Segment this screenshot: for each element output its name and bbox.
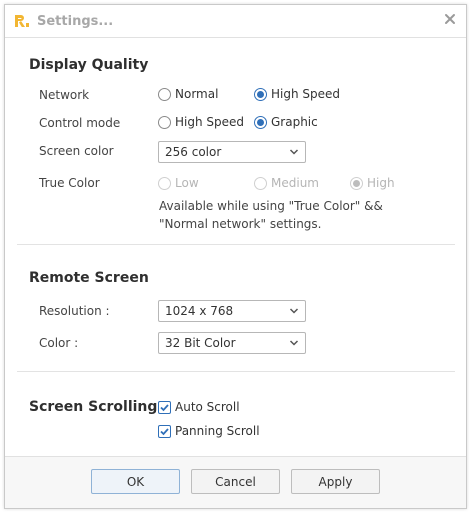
radio-circle	[254, 176, 267, 190]
remote-screen-heading: Remote Screen	[29, 270, 149, 286]
select-value: 32 Bit Color	[165, 336, 236, 350]
radio-label: Normal	[175, 87, 219, 101]
radio-label: Graphic	[271, 115, 318, 129]
settings-dialog: Settings... Display Quality Network Norm…	[4, 4, 467, 509]
radio-circle	[254, 115, 267, 129]
window-title: Settings...	[37, 14, 114, 29]
checkbox-label: Auto Scroll	[175, 400, 240, 414]
color-select[interactable]: 32 Bit Color	[158, 332, 306, 354]
panning-scroll-checkbox[interactable]: Panning Scroll	[158, 424, 260, 438]
app-logo-icon	[13, 13, 31, 29]
ok-button[interactable]: OK	[91, 469, 180, 494]
radio-label: High	[367, 176, 395, 190]
true-color-low-radio[interactable]: Low	[158, 176, 199, 190]
control-mode-label: Control mode	[39, 116, 121, 130]
network-label: Network	[39, 88, 90, 102]
radio-label: High Speed	[271, 87, 341, 101]
screen-color-label: Screen color	[39, 144, 114, 158]
true-color-label: True Color	[39, 176, 100, 190]
radio-circle	[350, 176, 363, 190]
title-bar: Settings...	[5, 5, 466, 38]
screen-scrolling-heading: Screen Scrolling	[29, 399, 158, 415]
radio-label: Low	[175, 176, 199, 190]
close-icon[interactable]	[442, 11, 458, 27]
radio-circle	[158, 115, 171, 129]
checkbox-label: Panning Scroll	[175, 424, 260, 438]
resolution-select[interactable]: 1024 x 768	[158, 300, 306, 322]
control-mode-high-speed-radio[interactable]: High Speed	[158, 115, 244, 129]
control-mode-graphic-radio[interactable]: Graphic	[254, 115, 318, 129]
true-color-note: Available while using "True Color" && "N…	[159, 199, 383, 231]
checkmark-icon	[158, 424, 171, 438]
true-color-high-radio[interactable]: High	[350, 176, 395, 190]
checkmark-icon	[158, 400, 171, 414]
radio-circle	[158, 176, 171, 190]
apply-button[interactable]: Apply	[291, 469, 380, 494]
screen-color-select[interactable]: 256 color	[158, 141, 306, 163]
color-label: Color :	[39, 336, 79, 350]
section-divider	[17, 244, 455, 245]
cancel-button[interactable]: Cancel	[191, 469, 280, 494]
true-color-medium-radio[interactable]: Medium	[254, 176, 319, 190]
select-value: 1024 x 768	[165, 304, 234, 318]
radio-label: Medium	[271, 176, 319, 190]
dialog-footer: OK Cancel Apply	[5, 456, 466, 508]
radio-label: High Speed	[175, 115, 245, 129]
network-high-speed-radio[interactable]: High Speed	[254, 87, 340, 101]
network-normal-radio[interactable]: Normal	[158, 87, 218, 101]
select-value: 256 color	[165, 145, 222, 159]
chevron-down-icon	[289, 340, 299, 346]
radio-circle	[158, 87, 171, 101]
chevron-down-icon	[289, 149, 299, 155]
section-divider	[17, 371, 455, 372]
auto-scroll-checkbox[interactable]: Auto Scroll	[158, 400, 240, 414]
display-quality-heading: Display Quality	[29, 57, 149, 73]
radio-circle	[254, 87, 267, 101]
chevron-down-icon	[289, 308, 299, 314]
resolution-label: Resolution :	[39, 304, 110, 318]
